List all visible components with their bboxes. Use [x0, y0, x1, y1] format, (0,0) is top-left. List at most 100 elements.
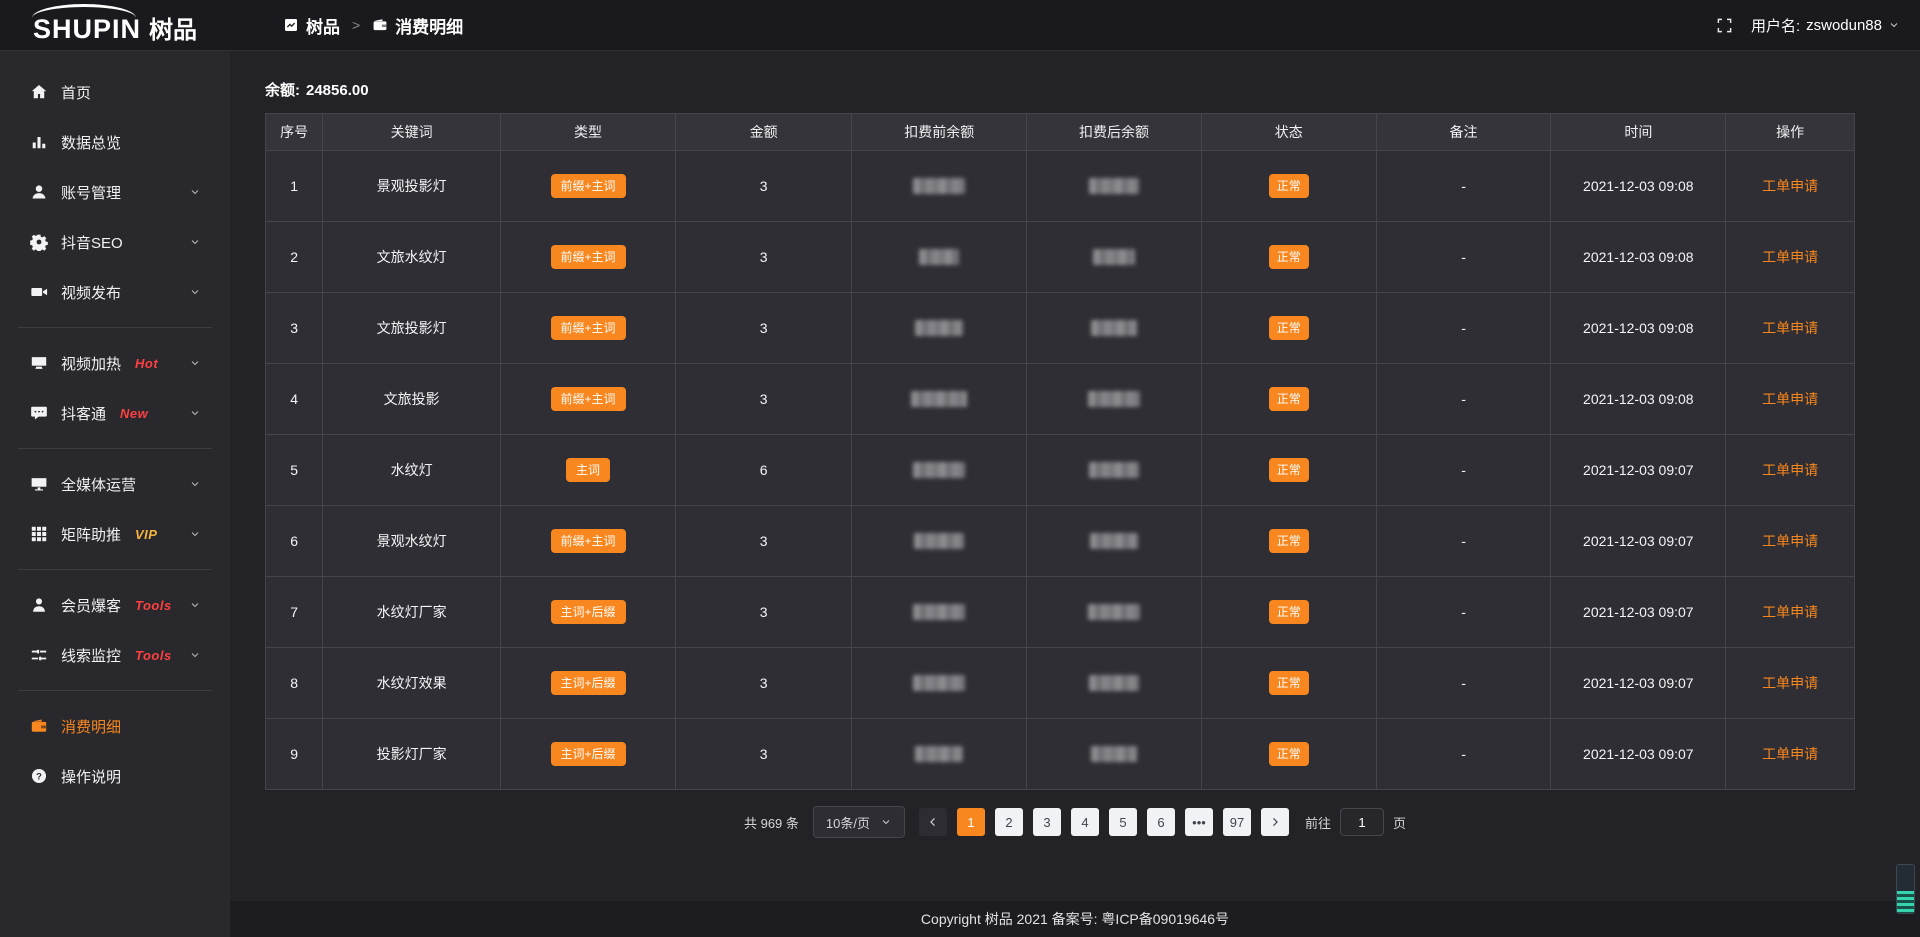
masked-balance	[1093, 249, 1135, 265]
video-icon	[30, 283, 48, 301]
cell-balance-after	[1027, 222, 1202, 293]
ticket-request-link[interactable]: 工单申请	[1762, 391, 1818, 407]
cell-action: 工单申请	[1726, 577, 1855, 648]
goto-unit: 页	[1393, 813, 1406, 832]
page-button-2[interactable]: 2	[995, 808, 1023, 836]
type-badge: 主词+后缀	[551, 600, 626, 624]
sidebar-item-home[interactable]: 首页	[0, 67, 230, 117]
sidebar-item-suffix: Tools	[135, 598, 172, 613]
cell-status: 正常	[1201, 577, 1376, 648]
ticket-request-link[interactable]: 工单申请	[1762, 533, 1818, 549]
consumption-table: 序号关键词类型金额扣费前余额扣费后余额状态备注时间操作 1景观投影灯前缀+主词3…	[265, 113, 1855, 790]
masked-balance	[913, 178, 965, 194]
comment-icon	[30, 404, 48, 422]
page-button-4[interactable]: 4	[1071, 808, 1099, 836]
ticket-request-link[interactable]: 工单申请	[1762, 249, 1818, 265]
page-button-1[interactable]: 1	[957, 808, 985, 836]
body-row: 首页数据总览账号管理抖音SEO视频发布视频加热Hot抖客通New全媒体运营矩阵助…	[0, 51, 1920, 937]
sidebar-item-data-overview[interactable]: 数据总览	[0, 117, 230, 167]
cell-action: 工单申请	[1726, 222, 1855, 293]
cell-remark: -	[1376, 364, 1551, 435]
ticket-request-link[interactable]: 工单申请	[1762, 462, 1818, 478]
app: SHUPIN 树品 树品 > 消费明细 用户名: zswodun88 首页数据总…	[0, 0, 1920, 936]
cell-amount: 3	[675, 719, 851, 790]
masked-balance	[915, 320, 963, 336]
cell-index: 5	[266, 435, 323, 506]
cell-action: 工单申请	[1726, 719, 1855, 790]
type-badge: 前缀+主词	[551, 387, 626, 411]
ticket-request-link[interactable]: 工单申请	[1762, 746, 1818, 762]
column-header-2: 类型	[501, 114, 676, 151]
prev-page-button[interactable]	[919, 808, 947, 836]
sidebar-item-consumption-detail[interactable]: 消费明细	[0, 701, 230, 751]
cell-remark: -	[1376, 719, 1551, 790]
type-badge: 前缀+主词	[551, 529, 626, 553]
chevron-down-icon	[189, 407, 201, 419]
cell-balance-before	[852, 719, 1027, 790]
sidebar-item-label: 视频发布	[61, 282, 121, 303]
sidebar-item-label: 首页	[61, 82, 91, 103]
cell-balance-after	[1027, 435, 1202, 506]
ticket-request-link[interactable]: 工单申请	[1762, 604, 1818, 620]
ticket-request-link[interactable]: 工单申请	[1762, 675, 1818, 691]
sidebar-item-media-operation[interactable]: 全媒体运营	[0, 459, 230, 509]
cell-type: 主词	[501, 435, 676, 506]
breadcrumb-item-current[interactable]: 消费明细	[372, 13, 463, 38]
sidebar-item-douketong[interactable]: 抖客通New	[0, 388, 230, 438]
cell-balance-after	[1027, 648, 1202, 719]
cell-status: 正常	[1201, 364, 1376, 435]
masked-balance	[913, 604, 965, 620]
user-menu[interactable]: 用户名: zswodun88	[1751, 15, 1900, 36]
cell-action: 工单申请	[1726, 435, 1855, 506]
cell-index: 8	[266, 648, 323, 719]
status-badge: 正常	[1269, 245, 1309, 269]
page-button-5[interactable]: 5	[1109, 808, 1137, 836]
type-badge: 前缀+主词	[551, 174, 626, 198]
page-button-6[interactable]: 6	[1147, 808, 1175, 836]
bar-chart-icon	[30, 133, 48, 151]
breadcrumb-item-home[interactable]: 树品	[283, 13, 340, 38]
ticket-request-link[interactable]: 工单申请	[1762, 320, 1818, 336]
sidebar-item-label: 矩阵助推	[61, 524, 121, 545]
sidebar-item-member-baoke[interactable]: 会员爆客Tools	[0, 580, 230, 630]
question-icon: ?	[30, 767, 48, 785]
cell-keyword: 景观投影灯	[323, 151, 501, 222]
sidebar-item-label: 抖客通	[61, 403, 106, 424]
page-ellipsis-button[interactable]: •••	[1185, 808, 1213, 836]
page-size-select[interactable]: 10条/页	[813, 806, 905, 838]
column-header-5: 扣费后余额	[1027, 114, 1202, 151]
cell-amount: 3	[675, 222, 851, 293]
masked-balance	[1090, 533, 1138, 549]
cell-balance-before	[852, 506, 1027, 577]
masked-balance	[913, 675, 965, 691]
gear-icon	[30, 233, 48, 251]
goto-page-input[interactable]	[1340, 808, 1384, 836]
chevron-down-icon	[880, 816, 892, 828]
sidebar-item-operation-guide[interactable]: ?操作说明	[0, 751, 230, 801]
masked-balance	[1088, 604, 1140, 620]
sidebar-item-video-heating[interactable]: 视频加热Hot	[0, 338, 230, 388]
column-header-0: 序号	[266, 114, 323, 151]
next-page-button[interactable]	[1261, 808, 1289, 836]
sidebar-item-lead-monitor[interactable]: 线索监控Tools	[0, 630, 230, 680]
chevron-down-icon	[189, 599, 201, 611]
type-badge: 前缀+主词	[551, 245, 626, 269]
table-row: 1景观投影灯前缀+主词3正常-2021-12-03 09:08工单申请	[266, 151, 1855, 222]
sidebar-item-douyin-seo[interactable]: 抖音SEO	[0, 217, 230, 267]
page-button-3[interactable]: 3	[1033, 808, 1061, 836]
page-button-97[interactable]: 97	[1223, 808, 1251, 836]
sidebar-item-matrix-boost[interactable]: 矩阵助推VIP	[0, 509, 230, 559]
cell-remark: -	[1376, 435, 1551, 506]
table-header: 序号关键词类型金额扣费前余额扣费后余额状态备注时间操作	[266, 114, 1855, 151]
sidebar-item-account-management[interactable]: 账号管理	[0, 167, 230, 217]
chevron-down-icon	[189, 357, 201, 369]
fullscreen-icon[interactable]	[1716, 17, 1733, 34]
sidebar-item-video-publish[interactable]: 视频发布	[0, 267, 230, 317]
main-content: 余额:24856.00 序号关键词类型金额扣费前余额扣费后余额状态备注时间操作 …	[230, 51, 1920, 937]
cell-action: 工单申请	[1726, 364, 1855, 435]
ticket-request-link[interactable]: 工单申请	[1762, 178, 1818, 194]
cell-type: 前缀+主词	[501, 293, 676, 364]
status-badge: 正常	[1269, 458, 1309, 482]
table-row: 6景观水纹灯前缀+主词3正常-2021-12-03 09:07工单申请	[266, 506, 1855, 577]
breadcrumb-separator: >	[352, 17, 360, 33]
